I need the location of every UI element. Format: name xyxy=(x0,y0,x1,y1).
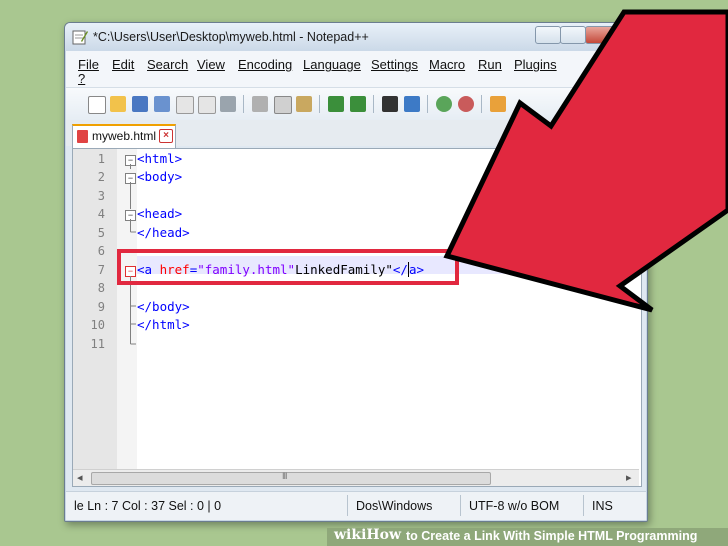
wikihow-logo: wikiHow xyxy=(334,527,401,543)
caption-text: to Create a Link With Simple HTML Progra… xyxy=(406,529,698,543)
wikihow-logo-wiki: wiki xyxy=(334,527,367,543)
red-arrow-icon xyxy=(443,9,728,313)
wikihow-logo-how: How xyxy=(366,527,402,543)
